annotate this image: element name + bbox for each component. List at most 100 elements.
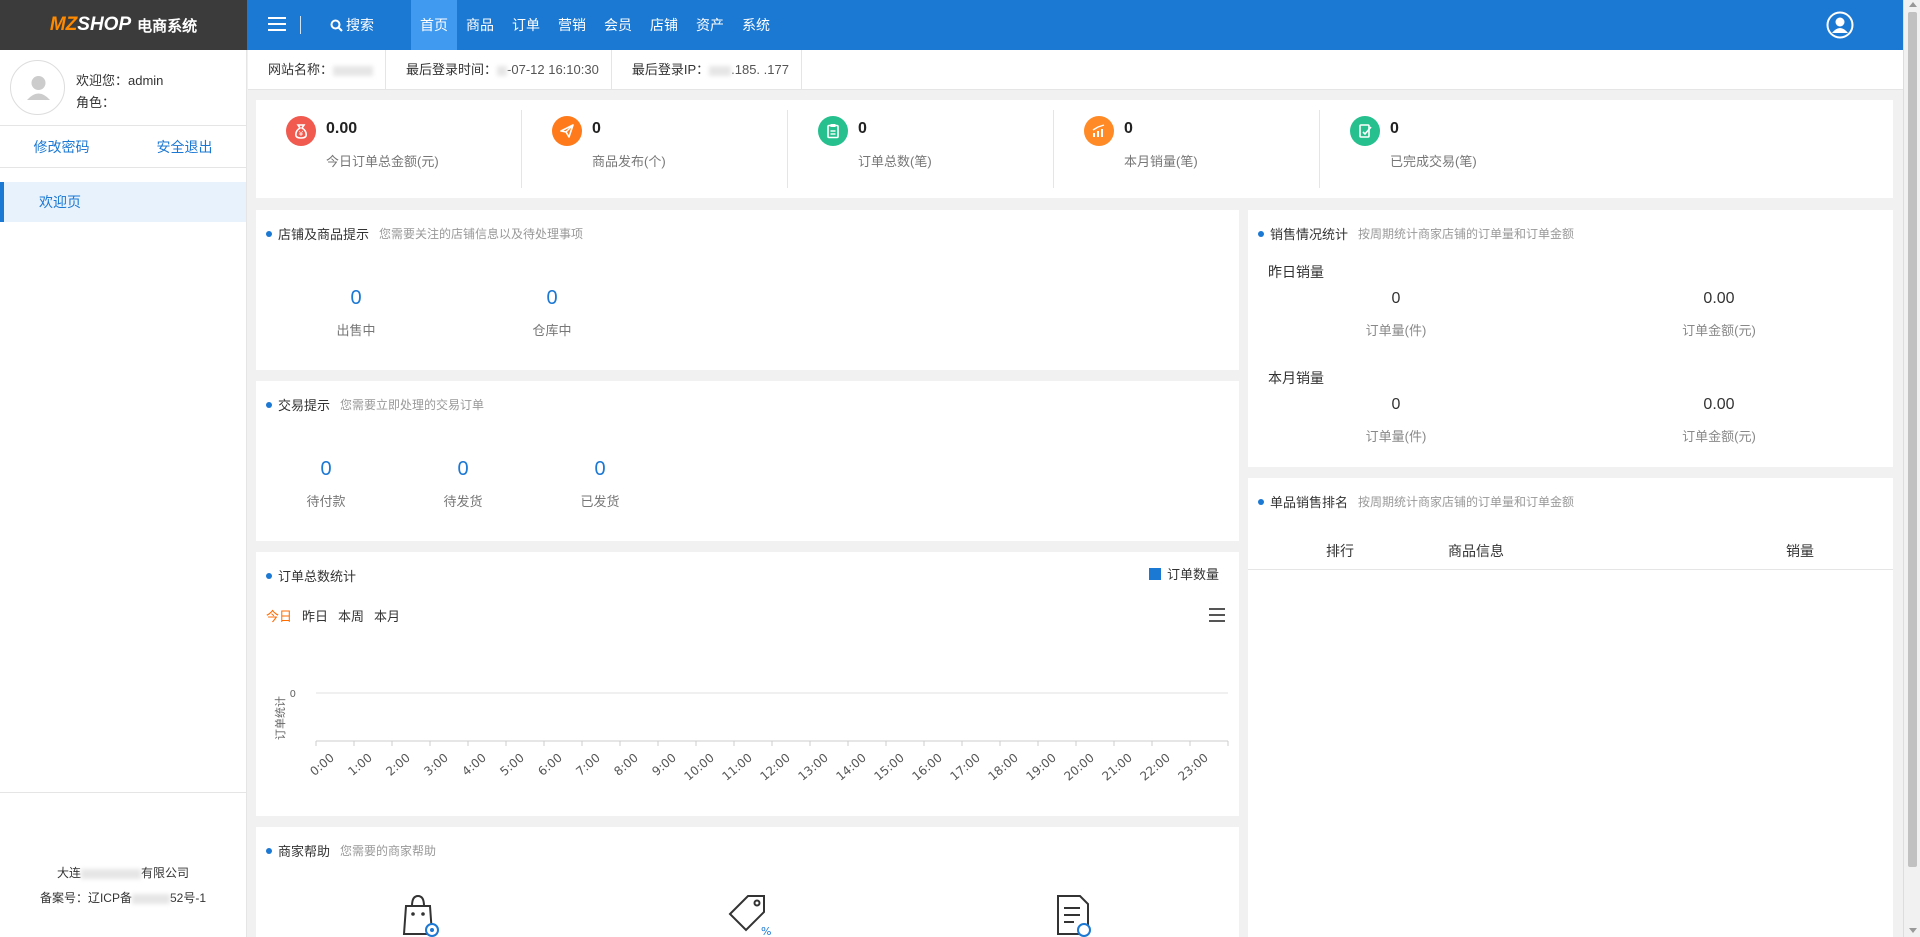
stat-label: 订单总数(笔) bbox=[858, 154, 932, 169]
chart-menu-icon[interactable] bbox=[1209, 608, 1225, 622]
paper-plane-icon bbox=[552, 116, 582, 146]
last-ip-value: .185. .177 bbox=[731, 62, 789, 77]
scrollbar-thumb[interactable] bbox=[1908, 12, 1917, 867]
metric-label: 订单金额(元) bbox=[1682, 323, 1756, 338]
in-warehouse-metric[interactable]: 0 仓库中 bbox=[492, 287, 612, 339]
shopping-bag-gear-icon[interactable] bbox=[400, 892, 440, 937]
nav-members[interactable]: 会员 bbox=[595, 0, 641, 50]
x-tick-label: 14:00 bbox=[833, 751, 868, 784]
x-tick-label: 2:00 bbox=[383, 751, 413, 779]
change-password-link[interactable]: 修改密码 bbox=[0, 126, 123, 167]
panel-title: 订单总数统计 bbox=[266, 566, 356, 585]
svg-text:%: % bbox=[761, 925, 771, 937]
logout-link[interactable]: 安全退出 bbox=[123, 126, 246, 167]
tab-yesterday[interactable]: 昨日 bbox=[302, 606, 328, 625]
order-chart: 订单统计0 0:00 1:00 2:00 3:00 4:00 5:00 6:00 7:00 8:0… bbox=[274, 689, 1229, 784]
tab-today[interactable]: 今日 bbox=[266, 606, 292, 625]
search-button[interactable]: 搜索 bbox=[330, 15, 374, 35]
tab-this-week[interactable]: 本周 bbox=[338, 606, 364, 625]
chart-legend[interactable]: 订单数量 bbox=[1148, 564, 1219, 583]
document-check-icon bbox=[1350, 116, 1380, 146]
x-tick-label: 8:00 bbox=[611, 751, 641, 779]
panel-title: 店铺及商品提示 您需要关注的店铺信息以及待处理事项 bbox=[266, 224, 583, 243]
welcome-text: 欢迎您：admin 角色： bbox=[76, 70, 163, 114]
welcome-label: 欢迎您：admin bbox=[76, 73, 164, 88]
x-tick-label: 9:00 bbox=[649, 751, 679, 779]
stat-label: 本月销量(笔) bbox=[1124, 154, 1198, 169]
x-tick-label: 6:00 bbox=[535, 751, 565, 779]
stat-value: 0 bbox=[1390, 120, 1399, 137]
last-ip-label: 最后登录IP： bbox=[631, 62, 710, 77]
sales-stats-panel: 销售情况统计 按周期统计商家店铺的订单量和订单金额 昨日销量 0 订单量(件) 0… bbox=[1248, 210, 1893, 467]
metric-value: 0 bbox=[320, 458, 332, 480]
nav-system[interactable]: 系统 bbox=[733, 0, 779, 50]
panel-title: 单品销售排名 按周期统计商家店铺的订单量和订单金额 bbox=[1258, 492, 1574, 511]
nav-orders[interactable]: 订单 bbox=[503, 0, 549, 50]
x-tick-label: 11:00 bbox=[719, 751, 754, 784]
page-scrollbar[interactable] bbox=[1903, 0, 1920, 937]
nav-home[interactable]: 首页 bbox=[411, 0, 457, 50]
site-name-cell: 网站名称： bbox=[248, 50, 387, 89]
site-info-bar: 网站名称： 最后登录时间： -07-12 16:10:30 最后登录IP： .185… bbox=[248, 50, 1903, 90]
product-info-column-header: 商品信息 bbox=[1448, 543, 1504, 559]
x-tick-label: 7:00 bbox=[573, 751, 603, 779]
shipped-metric[interactable]: 0 已发货 bbox=[540, 458, 660, 510]
logo-system-text: 电商系统 bbox=[137, 17, 198, 35]
price-tag-icon[interactable]: % bbox=[726, 892, 771, 937]
stat-products-published: 0 商品发布(个) bbox=[522, 100, 788, 198]
panel-title: 销售情况统计 按周期统计商家店铺的订单量和订单金额 bbox=[1258, 224, 1574, 243]
metric-label: 出售中 bbox=[336, 323, 376, 338]
metric-value: 0 bbox=[594, 458, 606, 480]
sidebar-footer: 大连 有限公司 备案号：辽ICP备 52号-1 bbox=[0, 792, 246, 937]
stat-value: 0 bbox=[1124, 120, 1133, 137]
x-tick-label: 15:00 bbox=[871, 751, 906, 784]
nav-shop[interactable]: 店铺 bbox=[641, 0, 687, 50]
x-tick-label: 4:00 bbox=[459, 751, 489, 779]
y-tick-label: 0 bbox=[290, 689, 296, 700]
search-icon bbox=[330, 19, 343, 32]
metric-label: 待发货 bbox=[443, 494, 483, 509]
scroll-down-icon[interactable] bbox=[1909, 928, 1917, 933]
metric-value: 0.00 bbox=[1703, 396, 1735, 413]
month-order-amount: 0.00 订单金额(元) bbox=[1619, 396, 1819, 445]
stat-value: 0.00 bbox=[326, 120, 358, 137]
pending-shipment-metric[interactable]: 0 待发货 bbox=[403, 458, 523, 510]
tab-this-month[interactable]: 本月 bbox=[374, 606, 400, 625]
metric-value: 0 bbox=[457, 458, 469, 480]
menu-toggle-icon[interactable] bbox=[268, 17, 286, 32]
stat-total-orders: 0 订单总数(笔) bbox=[788, 100, 1054, 198]
sidebar-item-welcome[interactable]: 欢迎页 bbox=[0, 182, 246, 222]
metric-label: 订单金额(元) bbox=[1682, 429, 1756, 444]
user-account-icon[interactable] bbox=[1826, 11, 1854, 39]
trade-tips-panel: 交易提示 您需要立即处理的交易订单 0 待付款 0 待发货 0 已发货 bbox=[256, 381, 1239, 541]
document-refresh-icon[interactable] bbox=[1054, 892, 1094, 937]
nav-assets[interactable]: 资产 bbox=[687, 0, 733, 50]
logo-mz-text: MZ bbox=[49, 14, 78, 35]
metric-value: 0 bbox=[350, 287, 362, 309]
last-ip-cell: 最后登录IP： .185. .177 bbox=[612, 50, 802, 89]
pending-payment-metric[interactable]: 0 待付款 bbox=[266, 458, 386, 510]
avatar bbox=[10, 60, 65, 115]
site-name-label: 网站名称： bbox=[268, 62, 334, 77]
stat-label: 商品发布(个) bbox=[592, 154, 666, 169]
app-logo[interactable]: MZ SHOP 电商系统 bbox=[0, 0, 247, 50]
x-tick-label: 16:00 bbox=[909, 751, 944, 784]
x-tick-label: 21:00 bbox=[1099, 751, 1134, 784]
x-tick-label: 1:00 bbox=[345, 751, 375, 779]
panel-title: 交易提示 您需要立即处理的交易订单 bbox=[266, 395, 484, 414]
logo-shop-text: SHOP bbox=[77, 14, 132, 35]
metric-label: 订单量(件) bbox=[1365, 429, 1427, 444]
sales-column-header: 销量 bbox=[1786, 543, 1814, 559]
default-avatar-icon bbox=[27, 76, 50, 100]
stats-row: ¥ 0.00 今日订单总金额(元) 0 商品发布(个) 0 订单总数(笔) 0 … bbox=[256, 100, 1893, 198]
nav-products[interactable]: 商品 bbox=[457, 0, 503, 50]
scroll-up-icon[interactable] bbox=[1909, 2, 1917, 7]
stat-value: 0 bbox=[858, 120, 867, 137]
rank-column-header: 排行 bbox=[1326, 543, 1354, 559]
metric-value: 0 bbox=[1391, 290, 1401, 307]
nav-marketing[interactable]: 营销 bbox=[549, 0, 595, 50]
last-login-cell: 最后登录时间： -07-12 16:10:30 bbox=[386, 50, 612, 89]
stat-today-amount: ¥ 0.00 今日订单总金额(元) bbox=[256, 100, 522, 198]
on-sale-metric[interactable]: 0 出售中 bbox=[296, 287, 416, 339]
stat-label: 今日订单总金额(元) bbox=[326, 154, 439, 169]
